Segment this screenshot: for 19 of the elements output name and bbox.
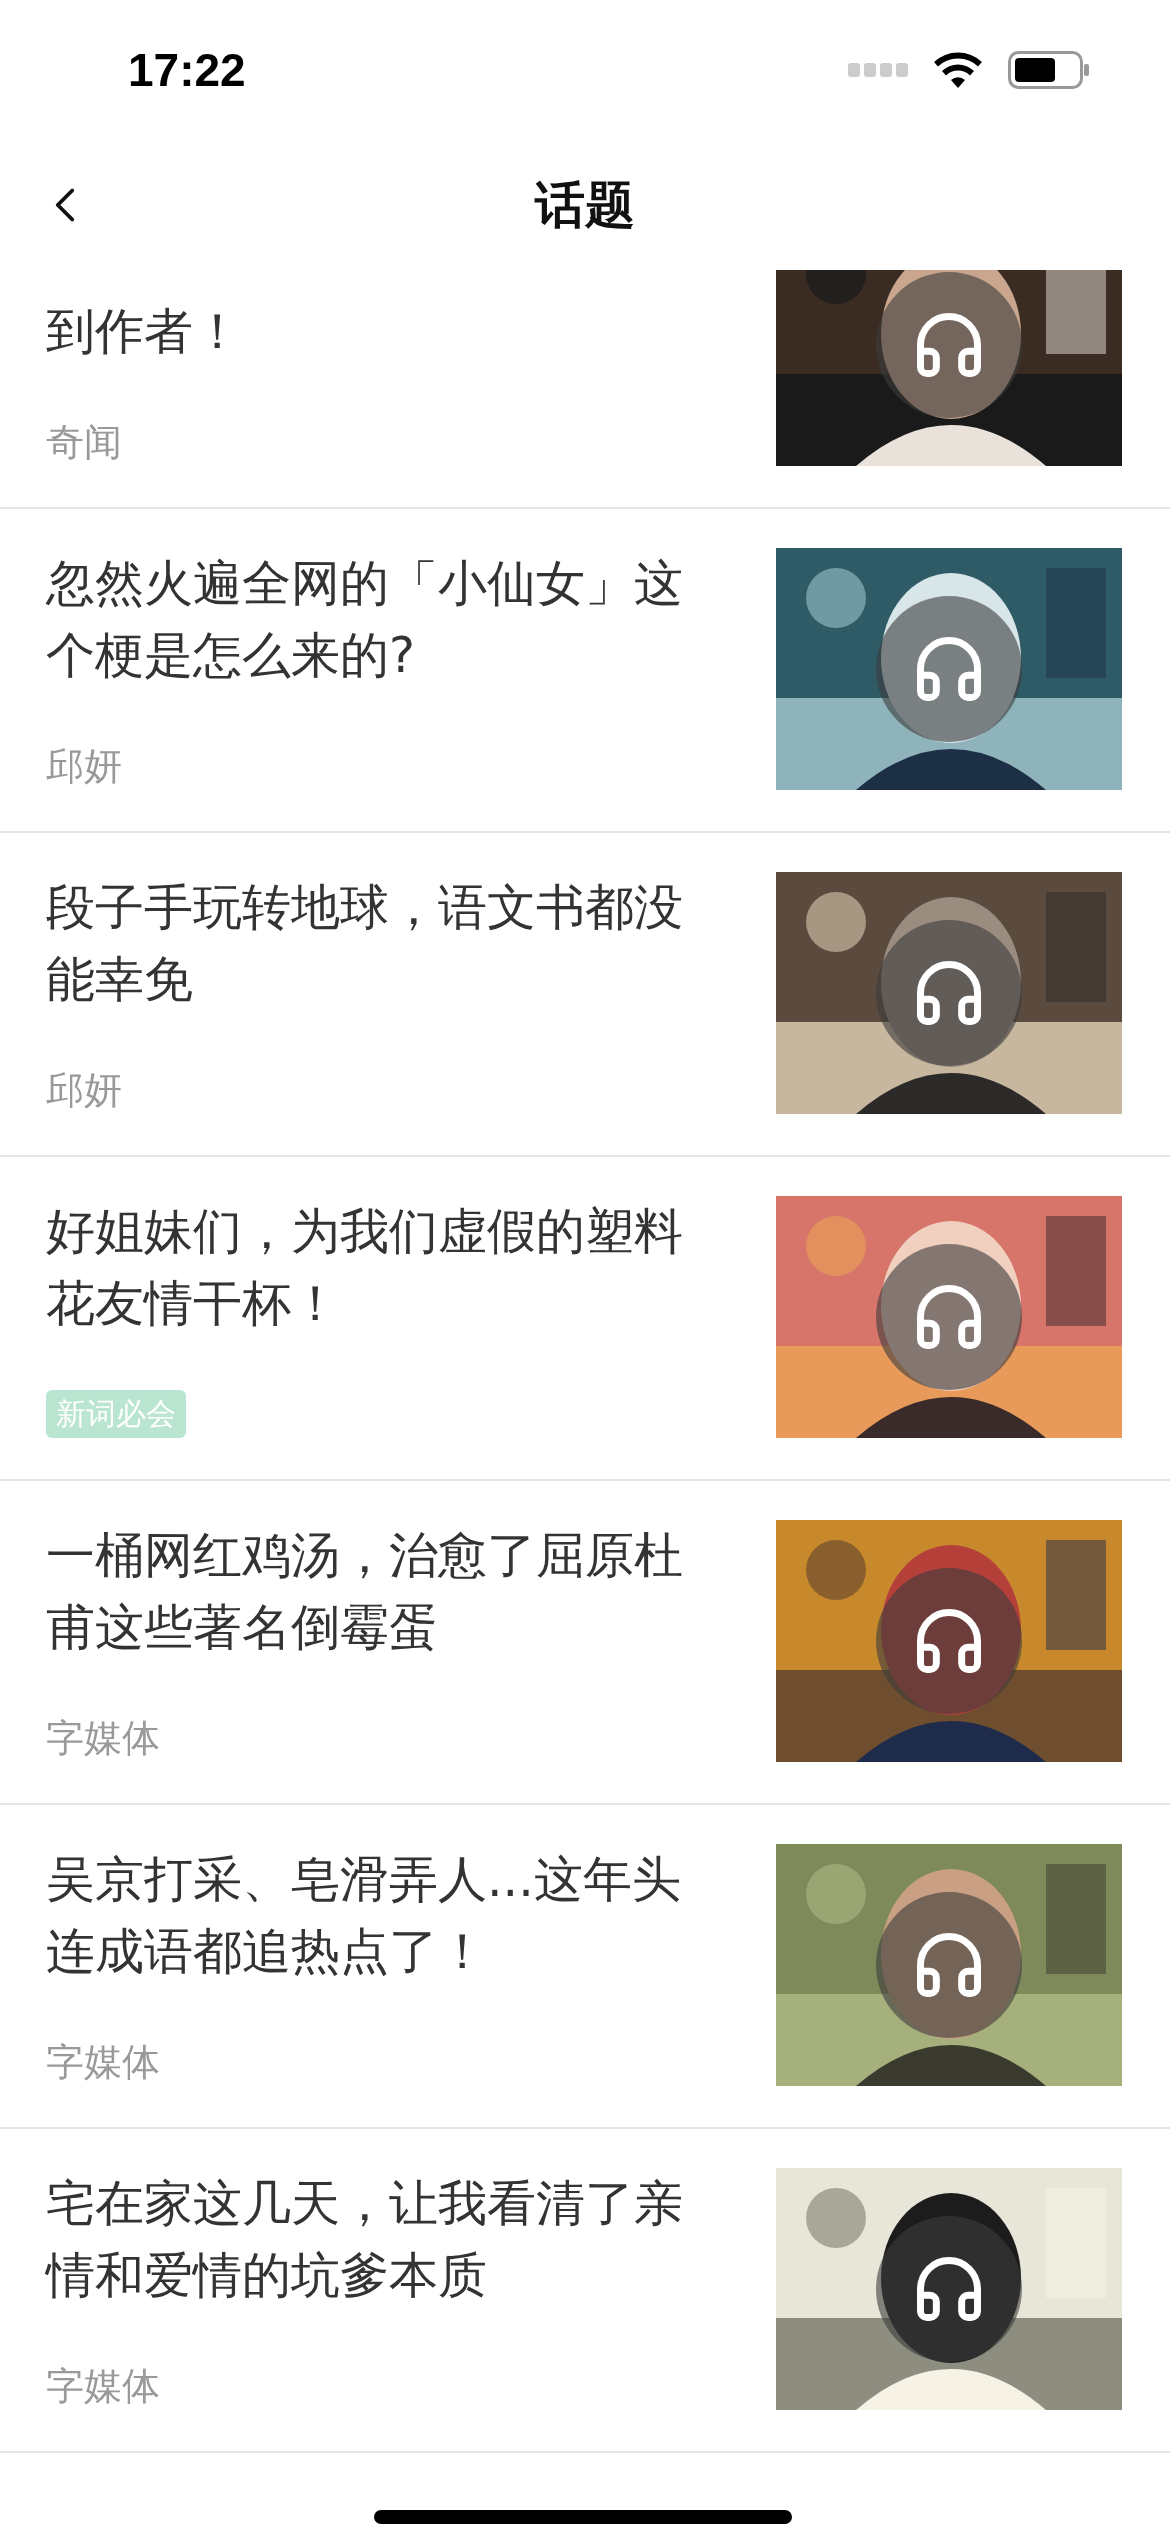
topic-category: 字媒体 xyxy=(46,2039,160,2086)
topic-category: 邱妍 xyxy=(46,1067,122,1114)
topic-tag: 新词必会 xyxy=(46,1390,186,1438)
topic-category: 字媒体 xyxy=(46,1715,160,1762)
topic-title[interactable]: 宅在家这几天，让我看清了亲情和爱情的坑爹本质 xyxy=(46,2168,716,2312)
topic-category: 字媒体 xyxy=(46,2363,160,2410)
topic-title[interactable]: 吴京打采、皂滑弄人...这年头连成语都追热点了！ xyxy=(46,1844,716,1988)
topic-title[interactable]: 段子手玩转地球，语文书都没能幸免 xyxy=(46,872,716,1016)
topic-category: 邱妍 xyxy=(46,743,122,790)
signal-icon xyxy=(848,63,908,77)
topic-category: 奇闻 xyxy=(46,419,122,466)
wifi-icon xyxy=(934,52,982,88)
topic-title[interactable]: 到作者！ xyxy=(46,296,716,368)
status-time: 17:22 xyxy=(128,43,246,97)
topic-title[interactable]: 忽然火遍全网的「小仙女」这个梗是怎么来的? xyxy=(46,548,716,692)
battery-icon xyxy=(1008,51,1090,89)
topic-title[interactable]: 好姐妹们，为我们虚假的塑料花友情干杯！ xyxy=(46,1196,716,1340)
topic-title[interactable]: 一桶网红鸡汤，治愈了屈原杜甫这些著名倒霉蛋 xyxy=(46,1520,716,1664)
page-title: 话题 xyxy=(535,174,635,236)
